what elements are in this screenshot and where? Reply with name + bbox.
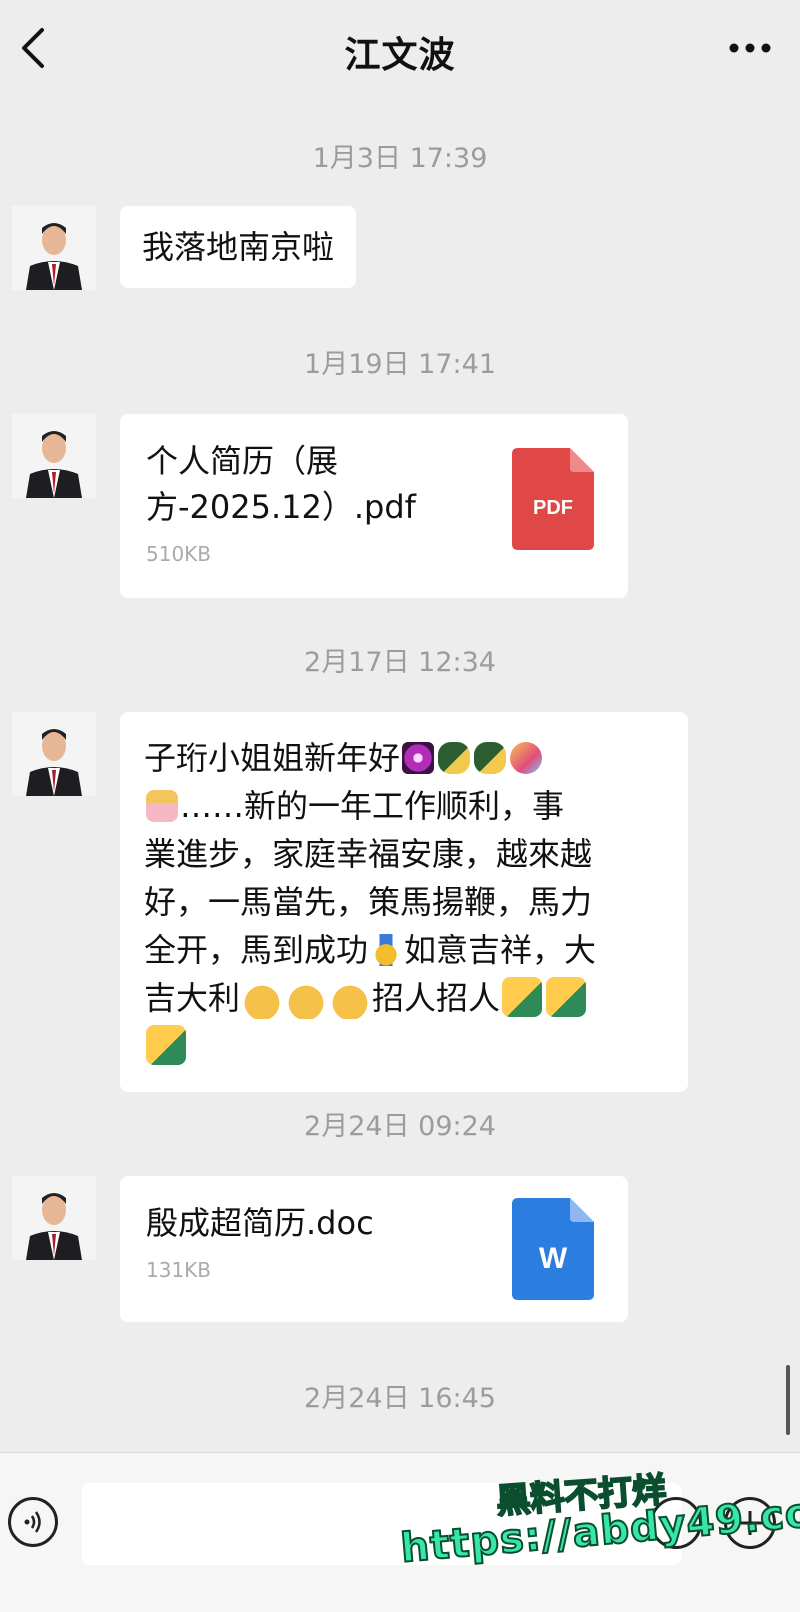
message-line: 業進步，家庭幸福安康，越來越 xyxy=(144,835,593,873)
money-face-emoji-icon xyxy=(286,979,327,1019)
avatar-person-icon xyxy=(12,206,96,290)
message-bubble[interactable]: 我落地南京啦 xyxy=(120,206,357,288)
money-face-emoji-icon xyxy=(330,979,371,1019)
avatar[interactable] xyxy=(12,414,96,498)
thumbs-up-emoji-icon xyxy=(502,977,543,1017)
message-text: 全开，馬到成功 xyxy=(144,931,369,969)
chat-header: 江文波 xyxy=(0,0,800,100)
file-name-line: 方-2025.12）.pdf xyxy=(146,488,416,526)
chat-title: 江文波 xyxy=(344,35,456,76)
file-name-line: 个人简历（展 xyxy=(146,442,339,480)
message-text: 如意吉祥，大 xyxy=(404,931,597,969)
voice-icon xyxy=(24,1511,41,1533)
avatar-person-icon xyxy=(12,712,96,796)
more-options-icon[interactable] xyxy=(728,36,772,60)
voice-input-button[interactable] xyxy=(8,1497,58,1547)
gift-emoji-icon xyxy=(146,790,178,822)
message-text: 子珩小姐姐新年好 xyxy=(144,739,401,777)
pdf-icon-label: PDF xyxy=(533,497,573,519)
thumbs-up-emoji-icon xyxy=(546,977,587,1017)
avatar[interactable] xyxy=(12,712,96,796)
pdf-file-icon: PDF xyxy=(512,448,594,550)
avatar[interactable] xyxy=(12,206,96,290)
message-text: 招人招人 xyxy=(372,979,501,1017)
message-line: ……新的一年工作顺利，事 xyxy=(144,782,664,830)
message-line: 子珩小姐姐新年好 xyxy=(144,734,664,782)
word-file-icon: W xyxy=(512,1198,594,1300)
message-line: 全开，馬到成功 如意吉祥，大 xyxy=(144,926,664,974)
timestamp: 1月3日 17:39 xyxy=(312,143,488,174)
file-name: 殷成超简历.doc xyxy=(146,1204,374,1242)
money-face-emoji-icon xyxy=(242,979,283,1019)
message-line xyxy=(144,1022,664,1070)
message-text: 我落地南京啦 xyxy=(142,228,335,266)
champagne-emoji-icon xyxy=(474,742,507,774)
file-message-doc[interactable]: 殷成超简历.doc 131KB W xyxy=(120,1176,628,1322)
avatar[interactable] xyxy=(12,1176,96,1260)
timestamp: 2月17日 12:34 xyxy=(304,647,496,678)
message-text: 吉大利 xyxy=(144,979,241,1017)
word-icon-label: W xyxy=(539,1242,568,1275)
avatar-person-icon xyxy=(12,414,96,498)
timestamp: 1月19日 17:41 xyxy=(304,349,496,380)
message-line: 好，一馬當先，策馬揚鞭，馬力 xyxy=(144,883,593,921)
party-popper-emoji-icon xyxy=(510,742,543,774)
timestamp: 2月24日 16:45 xyxy=(304,1383,496,1414)
file-name: 个人简历（展 方-2025.12）.pdf xyxy=(146,438,496,530)
timestamp: 2月24日 09:24 xyxy=(304,1111,496,1142)
message-line: 吉大利 招人招人 xyxy=(144,974,664,1022)
avatar-person-icon xyxy=(12,1176,96,1260)
message-text: ……新的一年工作顺利，事 xyxy=(180,787,565,825)
thumbs-up-emoji-icon xyxy=(146,1025,186,1065)
scrollbar[interactable] xyxy=(786,1365,790,1435)
message-bubble[interactable]: 子珩小姐姐新年好 ……新的一年工作顺利，事 業進步，家庭幸福安康，越來越 好，一… xyxy=(120,712,688,1092)
file-message-pdf[interactable]: 个人简历（展 方-2025.12）.pdf 510KB PDF xyxy=(120,414,628,598)
medal-emoji-icon xyxy=(370,934,403,966)
champagne-emoji-icon xyxy=(438,742,471,774)
fireworks-emoji-icon xyxy=(402,742,435,774)
